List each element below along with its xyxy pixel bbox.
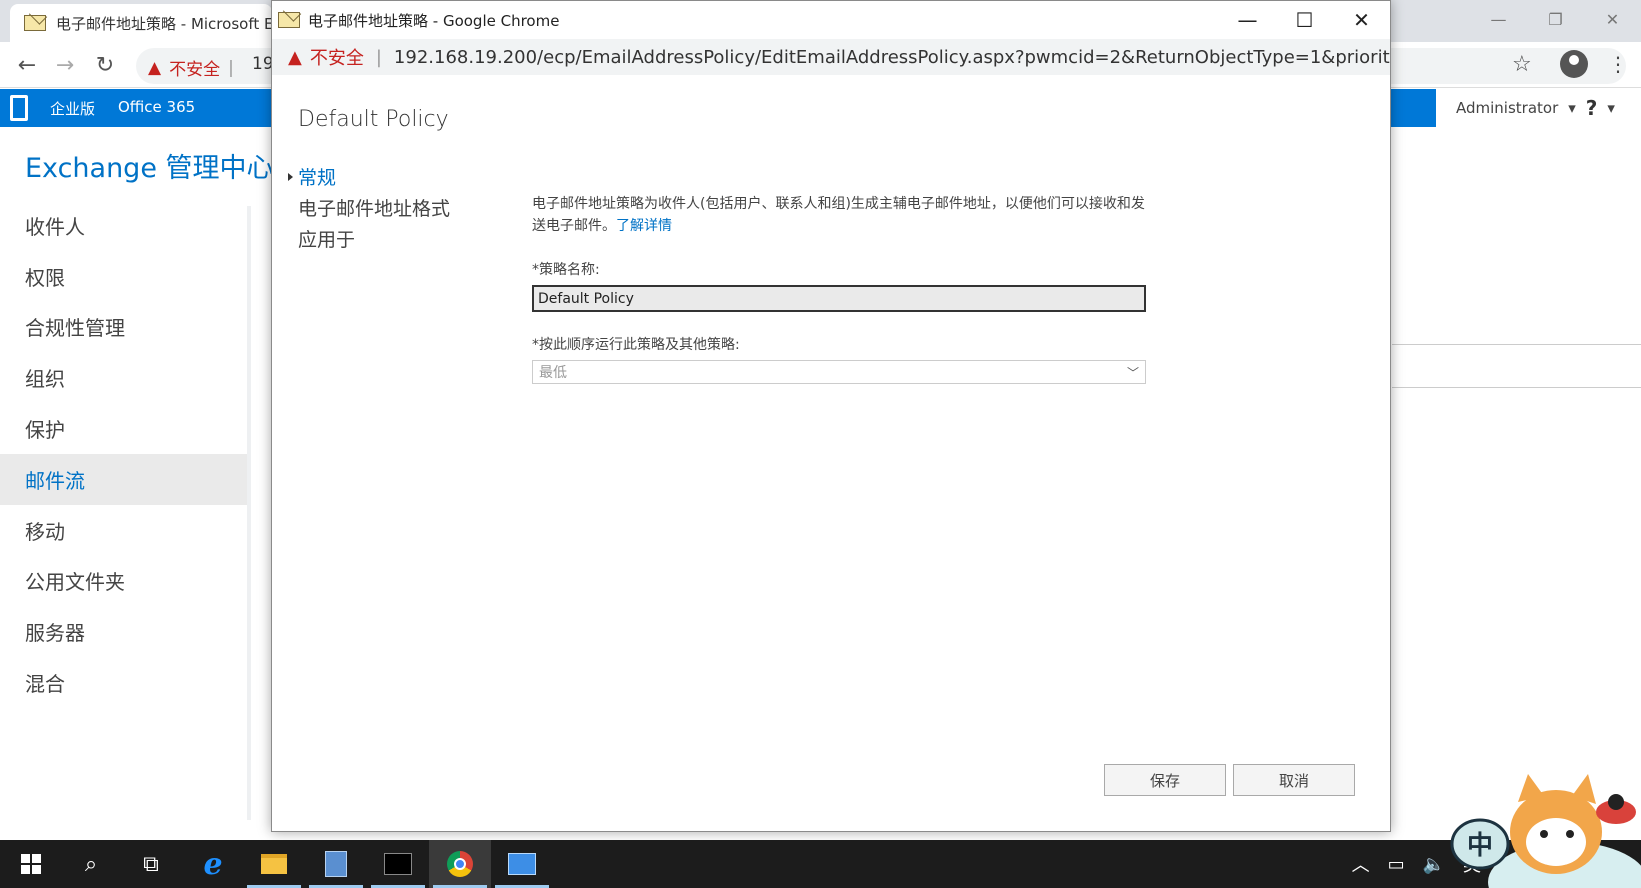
volume-muted-icon[interactable]: 🔈 (1423, 854, 1445, 875)
cmd-icon[interactable] (367, 840, 429, 888)
profile-avatar-icon[interactable] (1560, 50, 1588, 78)
restore-icon[interactable]: ❐ (1527, 0, 1584, 38)
background-browser-tab[interactable]: 电子邮件地址策略 - Microsoft E (10, 4, 272, 42)
warning-triangle-icon: ▲ (148, 57, 162, 78)
address-separator: | (228, 57, 234, 78)
save-button[interactable]: 保存 (1104, 764, 1226, 796)
close-icon[interactable]: ✕ (1584, 0, 1641, 38)
policy-title: Default Policy (298, 107, 449, 132)
priority-label: *按此顺序运行此策略及其他策略: (532, 337, 740, 353)
popup-address-bar[interactable]: ▲ 不安全 | 192.168.19.200/ecp/EmailAddressP… (272, 39, 1390, 75)
minimize-icon[interactable]: — (1470, 0, 1527, 38)
nav-mobile[interactable]: 移动 (0, 505, 248, 556)
envelope-icon (278, 12, 300, 28)
windows-icon[interactable] (0, 840, 62, 888)
background-security-indicator[interactable]: ▲ 不安全 | (148, 55, 234, 81)
nav-permissions[interactable]: 权限 (0, 251, 248, 302)
section-apply-to[interactable]: 应用于 (288, 223, 450, 254)
minimize-icon[interactable]: — (1219, 1, 1276, 39)
mascot-cat-icon: 中 (1450, 774, 1641, 888)
section-nav: 常规 电子邮件地址格式 应用于 (288, 161, 450, 254)
nav-protection[interactable]: 保护 (0, 403, 248, 454)
folder-icon[interactable] (243, 840, 305, 888)
address-separator: | (375, 46, 382, 68)
nav-servers[interactable]: 服务器 (0, 606, 248, 657)
priority-value: 最低 (539, 365, 567, 381)
user-menu-area: Administrator ▾ ? ▾ (1436, 89, 1641, 127)
ie-icon[interactable]: e (182, 840, 244, 888)
nav-recipients[interactable]: 收件人 (0, 200, 248, 251)
section-general[interactable]: 常规 (288, 161, 450, 192)
eac-title: Exchange 管理中心 (25, 153, 274, 184)
contact-card-icon[interactable] (491, 840, 553, 888)
popup-window-controls: — ☐ ✕ (1219, 1, 1390, 39)
chrome-icon[interactable] (429, 840, 491, 888)
priority-select[interactable]: 最低 ﹀ (532, 360, 1146, 384)
chevron-up-icon[interactable]: ︿ (1352, 851, 1370, 877)
background-tab-title: 电子邮件地址策略 - Microsoft E (56, 14, 272, 33)
popup-security-label: 不安全 (309, 48, 364, 69)
user-name[interactable]: Administrator (1456, 99, 1558, 117)
back-arrow-icon[interactable]: ← (14, 52, 40, 78)
background-list-row (1392, 344, 1641, 388)
background-window-controls: — ❐ ✕ (1470, 0, 1641, 38)
cancel-button[interactable]: 取消 (1233, 764, 1355, 796)
office-product-label[interactable]: Office 365 (118, 98, 195, 116)
policy-name-label: *策略名称: (532, 262, 600, 278)
menu-kebab-icon[interactable]: ⋮ (1608, 52, 1628, 76)
office-logo-icon[interactable] (10, 95, 28, 121)
popup-url: 192.168.19.200/ecp/EmailAddressPolicy/Ed… (393, 46, 1390, 68)
eac-nav: 收件人 权限 合规性管理 组织 保护 邮件流 移动 公用文件夹 服务器 混合 (0, 200, 248, 708)
server-manager-icon[interactable] (305, 840, 367, 888)
bookmark-star-icon[interactable]: ☆ (1512, 52, 1532, 77)
warning-triangle-icon: ▲ (288, 46, 302, 68)
user-dropdown-icon[interactable]: ▾ (1568, 99, 1576, 117)
policy-description: 电子邮件地址策略为收件人(包括用户、联系人和组)生成主辅电子邮件地址，以便他们可… (532, 193, 1152, 237)
popup-security-indicator[interactable]: ▲ 不安全 (288, 44, 364, 70)
general-section-content: 电子邮件地址策略为收件人(包括用户、联系人和组)生成主辅电子邮件地址，以便他们可… (532, 193, 1152, 384)
envelope-icon (24, 15, 46, 31)
nav-compliance[interactable]: 合规性管理 (0, 302, 248, 353)
search-icon[interactable]: ⌕ (60, 840, 122, 888)
policy-name-input[interactable] (532, 285, 1146, 312)
close-icon[interactable]: ✕ (1333, 1, 1390, 39)
help-icon[interactable]: ? (1586, 96, 1598, 120)
network-icon[interactable]: ▭ (1388, 854, 1405, 875)
task-view-icon[interactable]: ⧉ (120, 840, 182, 888)
learn-more-link[interactable]: 了解详情 (616, 218, 672, 234)
reload-icon[interactable]: ↻ (92, 52, 118, 78)
help-dropdown-icon[interactable]: ▾ (1607, 99, 1615, 117)
background-security-label: 不安全 (169, 60, 221, 80)
nav-mail-flow[interactable]: 邮件流 (0, 453, 248, 505)
office-edition-label: 企业版 (50, 100, 96, 118)
edit-policy-window: 电子邮件地址策略 - Google Chrome — ☐ ✕ ▲ 不安全 | 1… (271, 0, 1391, 832)
nav-divider (247, 206, 251, 820)
nav-organization[interactable]: 组织 (0, 352, 248, 403)
section-address-format[interactable]: 电子邮件地址格式 (288, 192, 450, 223)
nav-hybrid[interactable]: 混合 (0, 657, 248, 708)
mascot-badge: 中 (1467, 831, 1493, 861)
nav-public-folders[interactable]: 公用文件夹 (0, 556, 248, 607)
chevron-down-icon: ﹀ (1126, 365, 1139, 380)
forward-arrow-icon[interactable]: → (52, 52, 78, 78)
maximize-icon[interactable]: ☐ (1276, 1, 1333, 39)
popup-window-title: 电子邮件地址策略 - Google Chrome (308, 11, 560, 30)
